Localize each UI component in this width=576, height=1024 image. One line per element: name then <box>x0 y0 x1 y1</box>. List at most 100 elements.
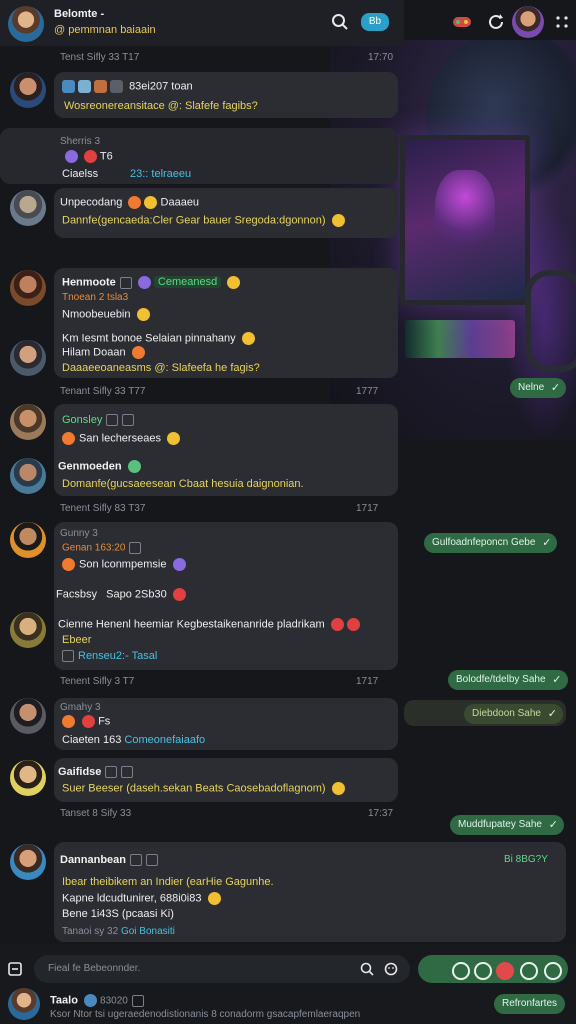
sender-avatar[interactable] <box>10 612 46 648</box>
checkbox-icon[interactable] <box>129 542 142 554</box>
checkbox-icon[interactable] <box>121 766 134 779</box>
message-timestamp: 17:70 <box>368 52 394 63</box>
header-actions <box>404 0 576 46</box>
checkbox-icon[interactable] <box>119 276 132 289</box>
checkbox-icon[interactable] <box>130 854 143 867</box>
sender-avatar[interactable] <box>10 404 46 440</box>
sender-name[interactable]: Sherris 3 <box>60 136 100 147</box>
emoji-icon <box>82 715 95 728</box>
sender-avatar[interactable] <box>10 844 46 880</box>
sender-name[interactable]: Gunny 3 <box>60 528 98 539</box>
emoji-icon <box>131 346 145 359</box>
checkbox-icon[interactable] <box>106 414 119 427</box>
day-separator: Tenent Sifly 3 T7 <box>60 676 135 687</box>
checkbox-icon[interactable] <box>122 414 135 427</box>
sender-name[interactable]: Genmoeden <box>58 460 141 473</box>
message-sender: Tanaoi sy 32 Goi Bonasiti <box>62 926 175 937</box>
checkbox-icon[interactable] <box>131 994 144 1007</box>
read-check-icon: ✓ <box>548 819 558 831</box>
message-bubble: 83ei207 toan Wosreonereansitace @: Slafe… <box>54 72 398 118</box>
message-line: Unpecodang Daaaeu <box>60 196 200 209</box>
image-icon[interactable] <box>62 80 75 93</box>
emoji-icon <box>65 150 78 163</box>
image-icon[interactable] <box>94 80 107 93</box>
emoji-icon <box>227 276 241 289</box>
sender-name[interactable]: Henmoote Cemeanesd <box>62 276 241 289</box>
message-line: Nmoobeuebin <box>62 308 150 321</box>
sender-avatar[interactable] <box>10 760 46 796</box>
emoji-icon <box>62 432 75 445</box>
message-line: San lecherseaes <box>62 432 181 445</box>
user-profile-avatar[interactable] <box>512 6 544 38</box>
mention-link[interactable]: Comeonefaiaafo <box>124 734 205 746</box>
message-subline: Genan 163:20 <box>62 542 142 554</box>
sender-avatar[interactable] <box>10 72 46 108</box>
emoji-icon <box>137 276 151 289</box>
refresh-icon[interactable] <box>484 10 508 34</box>
footer-action-button[interactable]: Refronfartes <box>494 994 566 1014</box>
chat-avatar[interactable] <box>8 6 44 42</box>
sender-avatar[interactable] <box>10 190 46 226</box>
emoji-icon <box>62 715 75 728</box>
file-icon[interactable] <box>110 80 123 93</box>
message-line: Domanfe(gucsaeesean Cbaat hesuia daignon… <box>62 478 304 490</box>
emoji-icon <box>207 892 221 905</box>
image-icon[interactable] <box>78 80 91 93</box>
message-line: 83ei207 toan <box>129 80 193 93</box>
day-separator: Tenst Sifly 33 T17 <box>60 52 140 63</box>
mention-link[interactable]: Renseu2:- Tasal <box>62 650 157 663</box>
chat-title[interactable]: Belomte - <box>54 8 104 20</box>
outgoing-message: Gulfoadnfeponcn Gebe ✓ <box>424 533 558 553</box>
message-meta: Fs <box>62 715 110 728</box>
sender-name[interactable]: Dannanbean <box>60 854 159 867</box>
message-bubble: Sherris 3 T6 Ciaelss 23:: telraeeu <box>0 128 398 184</box>
sender-name[interactable]: Gonsley <box>62 414 135 427</box>
outgoing-message: Bolodfe/tdelby Sahe ✓ <box>448 670 568 690</box>
checkbox-icon[interactable] <box>62 650 74 663</box>
mention-link[interactable]: 23:: telraeeu <box>130 168 191 180</box>
sender-avatar[interactable] <box>10 522 46 558</box>
current-user-avatar[interactable] <box>8 988 40 1020</box>
emoji-icon <box>172 558 186 571</box>
sender-avatar[interactable] <box>10 698 46 734</box>
sender-name[interactable]: Gaifidse <box>58 766 134 779</box>
read-check-icon: ✓ <box>547 708 557 720</box>
sender-avatar[interactable] <box>10 458 46 494</box>
mention-link[interactable]: Goi Bonasiti <box>121 926 175 937</box>
search-icon[interactable] <box>328 10 352 34</box>
message-meta: T6 <box>62 150 113 163</box>
emoji-picker-icon[interactable] <box>382 960 400 978</box>
message-line: Wosreonereansitace @: Slafefe fagibs? <box>64 100 258 112</box>
message-line: Suer Beeser (daseh.sekan Beats Caosebado… <box>62 782 345 795</box>
reaction-icon[interactable] <box>496 962 514 980</box>
message-line: Km Iesmt bonoe Selaian pinnahany <box>62 332 255 345</box>
gif-icon[interactable] <box>474 962 492 980</box>
message-bubble: Gmahy 3 Fs Ciaeten 163 Comeonefaiaafo <box>54 698 398 750</box>
emoji-icon <box>84 150 98 163</box>
sender-avatar[interactable] <box>10 340 46 376</box>
message-line: Bene 1i43S (pcaasi Ki) <box>62 908 174 920</box>
search-icon[interactable] <box>358 960 376 978</box>
grid-menu-icon[interactable] <box>552 10 572 34</box>
tag-badge[interactable]: Cemeanesd <box>153 276 222 289</box>
attach-icon[interactable] <box>6 960 24 978</box>
message-sender: Ciaelss <box>62 168 99 180</box>
voice-icon[interactable] <box>520 962 538 980</box>
header-badge-button[interactable]: Bb <box>361 13 389 31</box>
message-input[interactable]: Fieal fe Bebeonnder. <box>34 955 410 983</box>
checkbox-icon[interactable] <box>146 854 159 867</box>
sender-avatar[interactable] <box>10 270 46 306</box>
emoji-icon <box>331 782 345 795</box>
game-controller-icon[interactable] <box>450 10 474 34</box>
globe-icon <box>83 994 97 1007</box>
send-icon[interactable] <box>544 962 562 980</box>
message-line: Daaaeeoaneasms @: Slafeefa he fagis? <box>62 362 260 374</box>
sender-name[interactable]: Gmahy 3 <box>60 702 101 713</box>
checkbox-icon[interactable] <box>105 766 118 779</box>
message-bubble: Gaifidse Suer Beeser (daseh.sekan Beats … <box>54 758 398 802</box>
message-line: Hilam Doaan <box>62 346 145 359</box>
emoji-icon <box>346 618 360 631</box>
message-line: Cienne Henenl heemiar Kegbestaikenanride… <box>58 618 360 631</box>
sticker-icon[interactable] <box>452 962 470 980</box>
emoji-icon <box>167 432 181 445</box>
